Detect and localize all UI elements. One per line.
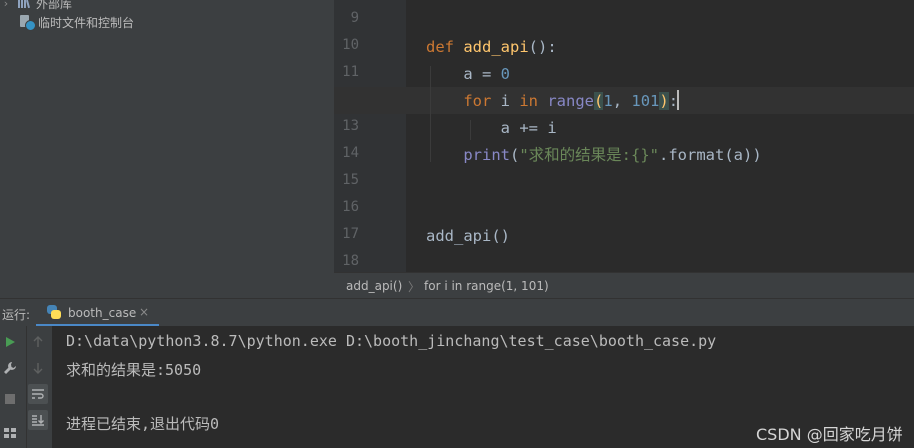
code-line-14[interactable]: print("求和的结果是:{}".format(a)) — [426, 145, 762, 165]
tree-item-label: 外部库 — [36, 0, 73, 11]
layout-icon[interactable] — [0, 423, 20, 443]
text-caret — [677, 90, 679, 110]
console-line-command: D:\data\python3.8.7\python.exe D:\booth_… — [66, 332, 717, 350]
code-text: i — [491, 92, 520, 110]
library-icon — [18, 0, 32, 9]
toolbar-divider — [26, 326, 27, 448]
number-literal: 101 — [631, 92, 660, 110]
tree-item-scratches[interactable]: 临时文件和控制台 — [0, 13, 134, 31]
line-number: 15 — [342, 172, 359, 188]
line-number: 18 — [342, 253, 359, 269]
code-text: a = — [463, 65, 501, 83]
line-number: 9 — [350, 10, 359, 26]
code-text: , — [612, 92, 632, 110]
number-literal: 1 — [603, 92, 613, 110]
scroll-to-end-icon[interactable] — [28, 410, 48, 430]
run-tab-booth-case[interactable]: booth_case × — [36, 299, 159, 327]
code-line-12[interactable]: for i in range(1, 101): — [426, 91, 678, 111]
code-text: .format(a)) — [659, 146, 762, 164]
run-label: 运行: — [2, 308, 31, 322]
builtin-name: print — [463, 146, 510, 164]
keyword: in — [519, 92, 538, 110]
python-icon — [47, 305, 61, 319]
code-line-10[interactable]: def add_api(): — [426, 37, 557, 57]
breadcrumb-item[interactable]: for i in range(1, 101) — [424, 279, 549, 293]
code-text: add_api() — [426, 227, 510, 245]
arrow-up-icon[interactable] — [28, 332, 48, 352]
tab-label: booth_case — [68, 306, 137, 320]
matched-bracket: ) — [659, 92, 669, 110]
tree-item-external-libraries[interactable]: › 外部库 — [0, 0, 72, 12]
keyword: for — [463, 92, 492, 110]
rerun-icon[interactable] — [0, 332, 20, 352]
code-line-11[interactable]: a = 0 — [426, 64, 510, 84]
code-text: a += i — [500, 119, 557, 137]
breadcrumb-separator-icon: 〉 — [408, 280, 421, 294]
scratches-icon — [20, 15, 36, 31]
console-line-exit: 进程已结束,退出代码0 — [66, 415, 220, 433]
line-number: 16 — [342, 199, 359, 215]
arrow-down-icon[interactable] — [28, 358, 48, 378]
editor-gutter[interactable]: 9 10 11 12 13 14 15 16 17 18 — [334, 0, 421, 272]
run-tool-header: 运行: booth_case × — [0, 298, 914, 327]
breadcrumb-item[interactable]: add_api() — [346, 279, 402, 293]
builtin-name: range — [547, 92, 595, 110]
matched-bracket: ( — [594, 92, 604, 110]
project-panel: › 外部库 临时文件和控制台 — [0, 0, 334, 298]
stop-icon[interactable] — [0, 389, 20, 409]
chevron-right-icon[interactable]: › — [0, 0, 12, 10]
function-name: add_api — [463, 38, 529, 56]
breadcrumb: add_api() 〉 for i in range(1, 101) — [334, 272, 914, 298]
line-number: 10 — [342, 37, 359, 53]
string-literal: "求和的结果是:{}" — [519, 146, 660, 164]
soft-wrap-icon[interactable] — [28, 384, 48, 404]
line-number: 13 — [342, 118, 359, 134]
keyword: def — [426, 38, 454, 56]
code-text: (): — [528, 38, 557, 56]
console-line-output: 求和的结果是:5050 — [66, 361, 202, 379]
tree-item-label: 临时文件和控制台 — [38, 15, 135, 30]
code-text: ( — [510, 146, 520, 164]
line-number: 11 — [342, 64, 359, 80]
line-number: 14 — [342, 145, 359, 161]
watermark: CSDN @回家吃月饼 — [756, 425, 903, 444]
code-line-13[interactable]: a += i — [426, 118, 557, 138]
code-line-17[interactable]: add_api() — [426, 226, 510, 246]
wrench-icon[interactable] — [0, 358, 20, 378]
line-number: 17 — [342, 226, 359, 242]
number-literal: 0 — [500, 65, 510, 83]
close-icon[interactable]: × — [139, 305, 149, 319]
